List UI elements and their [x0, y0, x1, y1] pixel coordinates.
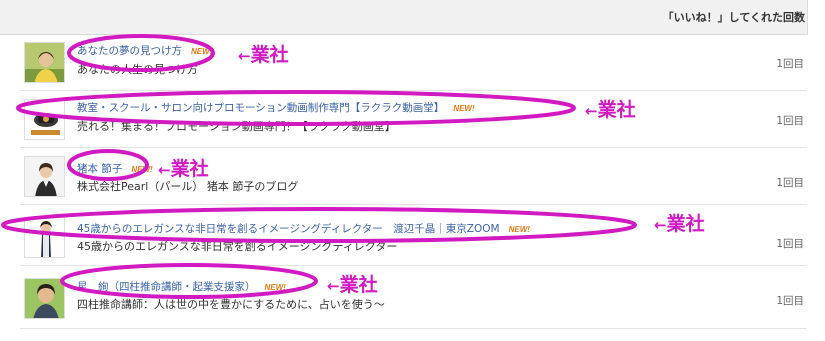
list-header: 「いいね！」してくれた回数	[0, 0, 808, 35]
new-badge: NEW!	[453, 104, 475, 113]
annotation-label: ←業社	[238, 44, 289, 66]
list-item: 教室・スクール・サロン向けプロモーション動画制作専門【ラクラク動画堂】 NEW! …	[20, 91, 807, 148]
blog-description: あなたの人生の見つけ方	[77, 63, 198, 76]
list-item: あなたの夢の見つけ方 NEW! あなたの人生の見つけ方 1回目	[20, 34, 807, 91]
blogger-name-link[interactable]: 猪本 節子 NEW!	[77, 161, 153, 176]
list-item: 星 絢（四柱推命講師・起業支援家） NEW! 四柱推命講師：人は世の中を豊かにする…	[20, 266, 807, 329]
like-count: 1回目	[776, 177, 804, 189]
blogger-name-link[interactable]: 45歳からのエレガンスな非日常を創るイメージングディレクター 渡辺千晶｜東京ZO…	[77, 221, 530, 236]
avatar[interactable]	[24, 42, 65, 83]
blogger-name-link[interactable]: 教室・スクール・サロン向けプロモーション動画制作専門【ラクラク動画堂】 NEW!	[77, 100, 475, 115]
blog-description: 売れる！集まる！プロモーション動画専門！【ラクラク動画堂】	[77, 120, 396, 133]
avatar[interactable]	[24, 278, 65, 319]
annotation-label: ←業社	[585, 99, 636, 121]
new-badge: NEW!	[131, 165, 153, 174]
blog-description: 45歳からのエレガンスな非日常を創るイメージングディレクター	[77, 240, 398, 253]
annotation-label: ←業社	[158, 158, 209, 180]
blogger-name-link[interactable]: あなたの夢の見つけ方 NEW!	[77, 43, 212, 58]
like-count: 1回目	[776, 58, 804, 70]
like-count: 1回目	[776, 295, 804, 307]
new-badge: NEW!	[191, 47, 213, 56]
avatar[interactable]	[24, 217, 65, 258]
annotation-label: ←業社	[327, 274, 378, 296]
like-count: 1回目	[776, 238, 804, 250]
avatar[interactable]	[24, 99, 65, 140]
like-count-column-title: 「いいね！」してくれた回数	[662, 11, 805, 24]
list-item: 猪本 節子 NEW! 株式会社Pearl（パール） 猪本 節子のブログ 1回目	[20, 148, 807, 205]
blog-description: 四柱推命講師：人は世の中を豊かにするために、占いを使う～	[77, 298, 385, 311]
like-count: 1回目	[776, 115, 804, 127]
annotation-label: ←業社	[654, 213, 705, 235]
new-badge: NEW!	[508, 225, 530, 234]
avatar[interactable]	[24, 156, 65, 197]
blogger-name-link[interactable]: 星 絢（四柱推命講師・起業支援家） NEW!	[77, 279, 286, 294]
new-badge: NEW!	[264, 283, 286, 292]
